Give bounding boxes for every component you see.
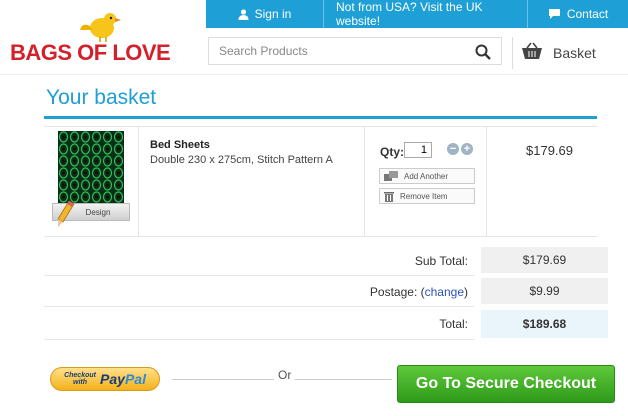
search-button[interactable] bbox=[473, 42, 493, 62]
search-input[interactable] bbox=[209, 39, 479, 63]
title-underline bbox=[44, 116, 597, 119]
or-text: Or bbox=[274, 368, 296, 382]
row-divider-bottom bbox=[44, 236, 597, 237]
qty-label: Qty: bbox=[380, 145, 404, 159]
total-value: $189.68 bbox=[481, 310, 608, 338]
paypal-word-pal: Pal bbox=[124, 371, 146, 387]
line-price: $179.69 bbox=[526, 143, 573, 158]
column-divider bbox=[364, 127, 365, 236]
quantity-input[interactable] bbox=[404, 142, 432, 158]
contact-label: Contact bbox=[566, 7, 609, 21]
design-label: Design bbox=[85, 207, 111, 217]
product-thumbnail[interactable] bbox=[58, 131, 124, 207]
remove-item-label: Remove Item bbox=[400, 191, 448, 201]
top-nav: Sign in Not from USA? Visit the UK websi… bbox=[206, 0, 628, 28]
postage-value: $9.99 bbox=[481, 278, 608, 304]
totals-divider bbox=[44, 275, 474, 276]
column-divider bbox=[138, 127, 139, 236]
header-divider bbox=[0, 74, 628, 75]
site-logo[interactable]: BAGS OF LOVE bbox=[8, 8, 193, 65]
search-icon bbox=[475, 44, 491, 60]
pencil-icon bbox=[56, 200, 76, 233]
subtotal-value: $179.69 bbox=[481, 247, 608, 273]
uk-website-label: Not from USA? Visit the UK website! bbox=[336, 0, 483, 28]
add-another-label: Add Another bbox=[404, 171, 449, 181]
basket-label: Basket bbox=[553, 45, 596, 61]
remove-item-button[interactable]: Remove Item bbox=[379, 188, 475, 204]
paypal-word-pay: Pay bbox=[100, 371, 125, 387]
add-another-button[interactable]: Add Another bbox=[379, 168, 475, 184]
page-title: Your basket bbox=[46, 86, 157, 109]
paypal-logo: PayPal bbox=[100, 371, 146, 387]
trash-icon bbox=[384, 191, 394, 202]
increase-qty-button[interactable]: + bbox=[461, 143, 473, 155]
uk-website-link[interactable]: Not from USA? Visit the UK website! bbox=[324, 0, 528, 28]
change-postage-link[interactable]: change bbox=[425, 285, 464, 299]
search-bar bbox=[208, 37, 502, 65]
paypal-small-text: Checkout with bbox=[64, 372, 96, 386]
total-label: Total: bbox=[439, 317, 468, 331]
basket-icon bbox=[521, 42, 543, 65]
secure-checkout-button[interactable]: Go To Secure Checkout bbox=[397, 365, 615, 403]
contact-link[interactable]: Contact bbox=[528, 0, 628, 28]
totals-divider bbox=[44, 306, 474, 307]
user-icon bbox=[238, 8, 249, 20]
chat-bubble-icon bbox=[548, 8, 561, 20]
subtotal-label: Sub Total: bbox=[414, 254, 468, 268]
sign-in-link[interactable]: Sign in bbox=[206, 0, 324, 28]
product-description: Double 230 x 275cm, Stitch Pattern A bbox=[150, 154, 333, 166]
postage-label-text: Postage: ( bbox=[369, 285, 425, 299]
paypal-checkout-button[interactable]: Checkout with PayPal bbox=[50, 367, 160, 391]
row-divider-top bbox=[44, 126, 597, 127]
sign-in-label: Sign in bbox=[254, 7, 292, 21]
postage-label-close: ) bbox=[464, 285, 468, 299]
logo-text: BAGS OF LOVE bbox=[10, 40, 170, 64]
totals-divider bbox=[44, 339, 474, 340]
product-name: Bed Sheets bbox=[150, 139, 210, 151]
decrease-qty-button[interactable]: − bbox=[447, 143, 459, 155]
basket-button[interactable]: Basket bbox=[512, 37, 628, 69]
column-divider bbox=[486, 127, 487, 236]
bird-icon bbox=[80, 13, 121, 42]
postage-label: Postage: (change) bbox=[370, 285, 468, 299]
duplicate-icon bbox=[384, 171, 398, 181]
